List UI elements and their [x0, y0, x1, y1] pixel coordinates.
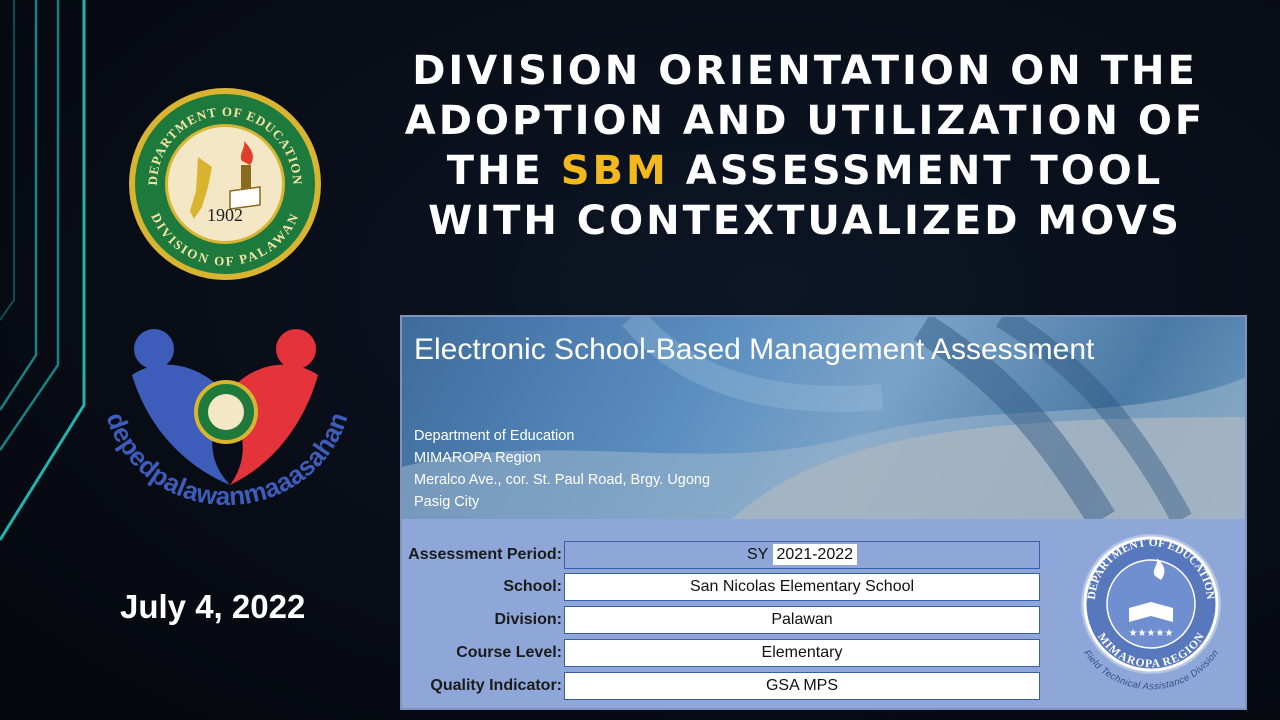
- title-highlight: SBM: [560, 148, 669, 194]
- course-level-label: Course Level:: [456, 644, 562, 661]
- division-field[interactable]: Palawan: [564, 606, 1040, 634]
- school-label: School:: [503, 578, 562, 595]
- address-line: Meralco Ave., cor. St. Paul Road, Brgy. …: [414, 472, 711, 488]
- esbm-title: Electronic School-Based Management Asses…: [414, 333, 1095, 366]
- quality-indicator-field[interactable]: GSA MPS: [564, 672, 1040, 700]
- school-field[interactable]: San Nicolas Elementary School: [564, 573, 1040, 601]
- depedpalawanmaaasahan-logo: depedpalawanmaaasahan: [100, 329, 354, 511]
- seal-year: 1902: [207, 205, 243, 225]
- deped-palawan-seal: DEPARTMENT OF EDUCATION DIVISION OF PALA…: [129, 88, 321, 280]
- quality-indicator-label: Quality Indicator:: [430, 677, 562, 694]
- course-level-field[interactable]: Elementary: [564, 639, 1040, 667]
- row-school: School:: [402, 573, 562, 601]
- row-assessment-period: Assessment Period:: [402, 541, 562, 569]
- esbm-banner: Electronic School-Based Management Asses…: [402, 317, 1245, 519]
- row-division: Division:: [402, 606, 562, 634]
- esbm-screenshot: Electronic School-Based Management Asses…: [400, 315, 1247, 710]
- assessment-period-label: Assessment Period:: [408, 546, 562, 563]
- division-label: Division:: [494, 611, 562, 628]
- sy-value: 2021-2022: [772, 544, 858, 565]
- mimaropa-region-seal: DEPARTMENT OF EDUCATION MIMAROPA REGION …: [1081, 534, 1221, 692]
- presentation-date: July 4, 2022: [120, 588, 306, 625]
- address-line: MIMAROPA Region: [414, 450, 542, 466]
- row-course-level: Course Level:: [402, 639, 562, 667]
- stars-icon: ★★★★★: [1129, 628, 1174, 639]
- row-quality-indicator: Quality Indicator:: [402, 672, 562, 700]
- slide-title: DIVISION ORIENTATION ON THE ADOPTION AND…: [395, 46, 1215, 246]
- address-line: Pasig City: [414, 494, 480, 510]
- esbm-address: Department of Education MIMAROPA Region …: [414, 425, 710, 513]
- seal-emblem: 1902: [165, 124, 285, 244]
- address-line: Department of Education: [414, 428, 575, 444]
- assessment-period-field[interactable]: SY 2021-2022: [564, 541, 1040, 569]
- sy-prefix: SY: [746, 546, 769, 563]
- torch-flame-icon: [240, 141, 253, 165]
